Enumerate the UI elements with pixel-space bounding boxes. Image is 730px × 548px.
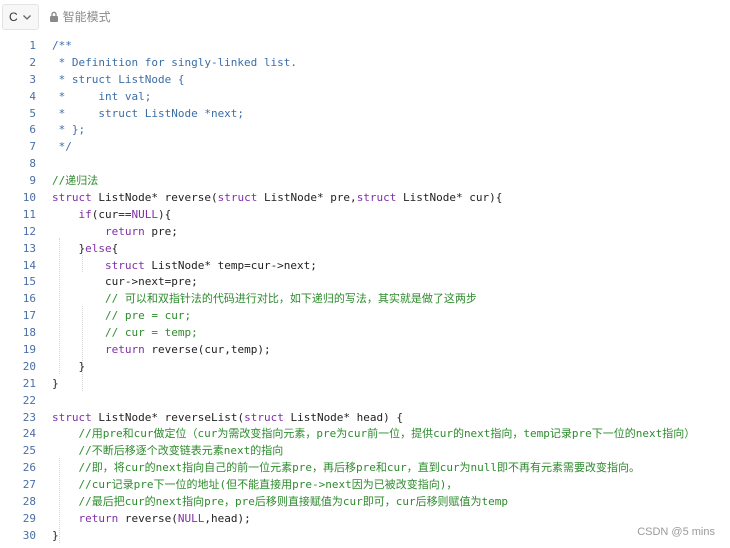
code-line[interactable]: 20 }: [0, 359, 730, 376]
code-text: //最后把cur的next指向pre，pre后移则直接赋值为cur即可，cur后…: [52, 495, 509, 509]
code-text: struct ListNode* reverse(struct ListNode…: [52, 191, 503, 205]
code-text: //递归法: [52, 174, 99, 188]
line-number: 21: [22, 376, 36, 390]
code-text: cur->next=pre;: [52, 275, 198, 289]
code-line[interactable]: 11 if(cur==NULL){: [0, 207, 730, 224]
smart-mode-indicator: 智能模式: [49, 8, 111, 25]
code-line[interactable]: 8: [0, 156, 730, 173]
code-text: // 可以和双指针法的代码进行对比，如下递归的写法，其实就是做了这两步: [52, 292, 477, 306]
code-text: //用pre和cur做定位（cur为需改变指向元素，pre为cur前一位，提供c…: [52, 427, 696, 441]
code-text: struct ListNode* temp=cur->next;: [104, 258, 317, 272]
line-number: 26: [22, 461, 36, 475]
code-line[interactable]: 3 * struct ListNode {: [0, 72, 730, 89]
code-line[interactable]: 2 * Definition for singly-linked list.: [0, 55, 730, 72]
language-value: C: [9, 9, 18, 24]
code-text: }: [52, 376, 59, 390]
code-line[interactable]: 17 // pre = cur;: [0, 308, 730, 325]
line-number: 20: [22, 359, 36, 373]
code-text: * int val;: [52, 89, 152, 103]
code-line[interactable]: 26 //即，将cur的next指向自己的前一位元素pre，再后移pre和cur…: [0, 460, 730, 477]
line-number: 11: [22, 207, 36, 221]
code-text: }else{: [52, 241, 119, 255]
code-line[interactable]: 1 /**: [0, 38, 730, 55]
line-number: 14: [22, 258, 36, 272]
code-text: * struct ListNode {: [52, 72, 185, 86]
line-number: 2: [29, 55, 36, 69]
code-text: //即，将cur的next指向自己的前一位元素pre，再后移pre和cur，直到…: [52, 461, 641, 475]
code-line[interactable]: 28 //最后把cur的next指向pre，pre后移则直接赋值为cur即可，c…: [0, 494, 730, 511]
code-line[interactable]: 25 //不断后移逐个改变链表元素next的指向: [0, 443, 730, 460]
line-number: 30: [22, 528, 36, 542]
line-number: 23: [22, 410, 36, 424]
line-number: 3: [29, 72, 36, 86]
line-number: 18: [22, 326, 36, 340]
code-line[interactable]: 13 }else{: [0, 241, 730, 258]
code-text: if(cur==NULL){: [78, 207, 172, 221]
code-text: * };: [52, 123, 86, 137]
code-text: }: [52, 528, 59, 542]
line-number: 24: [22, 427, 36, 441]
line-number: 29: [22, 511, 36, 525]
code-text: /**: [52, 39, 72, 52]
line-number: 13: [22, 241, 36, 255]
code-line[interactable]: 14 struct ListNode* temp=cur->next;: [0, 258, 730, 275]
code-line[interactable]: 19 return reverse(cur,temp);: [0, 342, 730, 359]
code-text: * Definition for singly-linked list.: [52, 55, 298, 69]
lock-icon: [49, 11, 58, 22]
code-text: }: [52, 359, 86, 373]
line-number: 28: [22, 495, 36, 509]
code-line[interactable]: 21}: [0, 376, 730, 393]
code-text: // pre = cur;: [52, 309, 192, 323]
code-line[interactable]: 24 //用pre和cur做定位（cur为需改变指向元素，pre为cur前一位，…: [0, 426, 730, 443]
chevron-down-icon: [22, 14, 31, 20]
code-text: * struct ListNode *next;: [52, 106, 245, 120]
code-line[interactable]: 5 * struct ListNode *next;: [0, 106, 730, 123]
code-text: return pre;: [104, 224, 178, 238]
code-line[interactable]: 22: [0, 393, 730, 410]
code-line[interactable]: 12 return pre;: [0, 224, 730, 241]
code-text: //cur记录pre下一位的地址(但不能直接用pre->next因为已被改变指向…: [52, 478, 458, 492]
line-number: 15: [22, 275, 36, 289]
language-select[interactable]: C: [2, 3, 39, 30]
code-line[interactable]: 27 //cur记录pre下一位的地址(但不能直接用pre->next因为已被改…: [0, 477, 730, 494]
line-number: 7: [29, 140, 36, 154]
line-number: 19: [22, 343, 36, 357]
line-number: 25: [22, 444, 36, 458]
line-number: 17: [22, 309, 36, 323]
line-number: 6: [29, 123, 36, 137]
code-text: */: [52, 140, 72, 154]
code-text: struct ListNode* reverseList(struct List…: [52, 410, 404, 424]
code-line[interactable]: 16 // 可以和双指针法的代码进行对比，如下递归的写法，其实就是做了这两步: [0, 291, 730, 308]
code-line[interactable]: 4 * int val;: [0, 89, 730, 106]
code-line[interactable]: 18 // cur = temp;: [0, 325, 730, 342]
code-line[interactable]: 30}: [0, 528, 730, 545]
line-number: 8: [29, 157, 36, 171]
code-text: return reverse(NULL,head);: [78, 511, 251, 525]
editor-toolbar: C 智能模式: [0, 0, 730, 33]
line-number: 22: [22, 393, 36, 407]
line-number: 5: [29, 106, 36, 120]
code-line[interactable]: 7 */: [0, 139, 730, 156]
code-line[interactable]: 23 struct ListNode* reverseList(struct Li…: [0, 410, 730, 427]
code-editor[interactable]: 1 /** 2 * Definition for singly-linked lis…: [0, 38, 730, 545]
code-line[interactable]: 29 return reverse(NULL,head);: [0, 511, 730, 528]
code-line[interactable]: 6 * };: [0, 122, 730, 139]
line-number: 27: [22, 478, 36, 492]
line-number: 4: [29, 89, 36, 103]
mode-label: 智能模式: [62, 10, 111, 24]
line-number: 1: [29, 39, 36, 52]
code-line[interactable]: 10 struct ListNode* reverse(struct ListNo…: [0, 190, 730, 207]
watermark: CSDN @5 mins: [637, 526, 715, 538]
code-line[interactable]: 15 cur->next=pre;: [0, 274, 730, 291]
code-line[interactable]: 9 //递归法: [0, 173, 730, 190]
code-text: return reverse(cur,temp);: [104, 343, 271, 357]
line-number: 16: [22, 292, 36, 306]
line-number: 10: [22, 191, 36, 205]
code-text: // cur = temp;: [52, 326, 198, 340]
line-number: 12: [22, 224, 36, 238]
code-text: //不断后移逐个改变链表元素next的指向: [52, 444, 284, 458]
line-number: 9: [29, 174, 36, 188]
